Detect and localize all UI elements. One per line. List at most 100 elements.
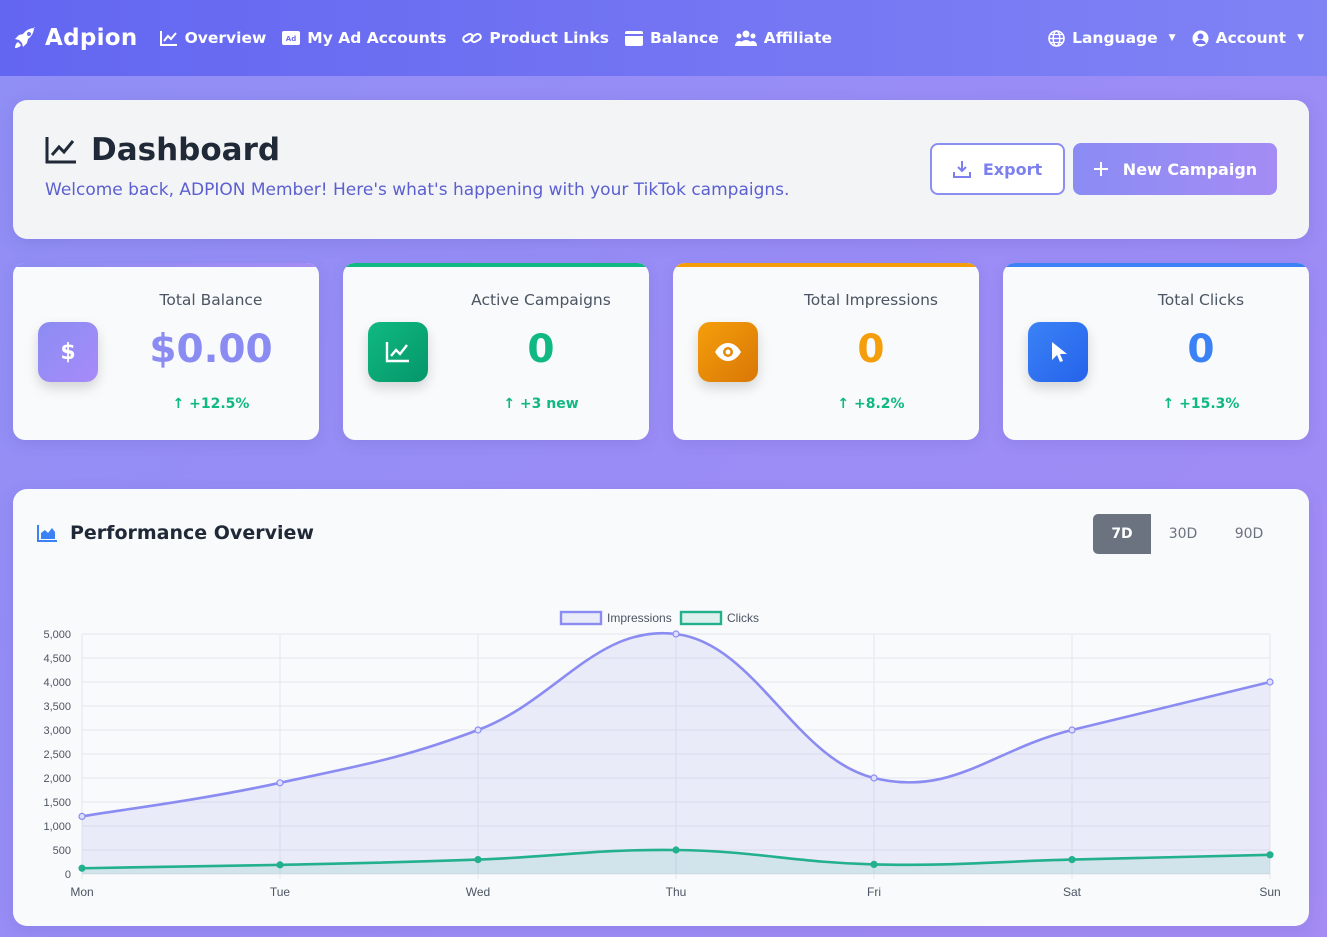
- dollar-icon: $: [38, 322, 98, 382]
- chart-line-icon: [159, 30, 178, 46]
- export-label: Export: [982, 159, 1043, 179]
- performance-card: Performance Overview 7D 30D 90D 0 500 1,00…: [13, 489, 1309, 926]
- y-tick-label: 3,000: [43, 725, 71, 737]
- stat-accent-bar: [1003, 263, 1309, 267]
- stat-label: Active Campaigns: [471, 291, 611, 309]
- stat-value: 0: [527, 327, 555, 372]
- y-tick-label: 2,000: [43, 773, 71, 785]
- x-tick-label: Sun: [1259, 885, 1280, 899]
- nav-overview-label: Overview: [184, 29, 267, 47]
- new-campaign-button[interactable]: New Campaign: [1073, 143, 1277, 195]
- stat-change-value: +8.2%: [854, 396, 905, 412]
- account-label: Account: [1215, 29, 1287, 47]
- x-tick-label: Fri: [867, 885, 881, 899]
- cursor-icon: [1028, 322, 1088, 382]
- data-point-impressions: [78, 812, 86, 820]
- legend-label: Clicks: [727, 611, 759, 625]
- stat-card-total-impressions: Total Impressions 0 ↑ +8.2%: [673, 263, 979, 440]
- legend-swatch: [559, 610, 603, 626]
- wallet-icon: [624, 30, 643, 46]
- nav-balance-label: Balance: [649, 29, 719, 47]
- new-campaign-label: New Campaign: [1122, 159, 1258, 179]
- stat-change: ↑ +15.3%: [1162, 396, 1240, 412]
- top-navbar: Adpion Overview Ad My Ad Accounts Produc…: [0, 0, 1327, 76]
- stat-change-value: +3 new: [519, 396, 579, 412]
- x-tick-label: Thu: [666, 885, 687, 899]
- data-point-clicks: [78, 864, 86, 872]
- data-point-impressions: [474, 726, 482, 734]
- data-point-clicks: [870, 860, 878, 868]
- x-tick-label: Sat: [1063, 885, 1082, 899]
- globe-icon: [1048, 29, 1065, 47]
- data-point-clicks: [474, 856, 482, 864]
- nav-balance[interactable]: Balance: [624, 29, 719, 47]
- users-icon: [734, 30, 757, 46]
- stat-accent-bar: [673, 263, 979, 267]
- data-point-impressions: [870, 774, 878, 782]
- link-icon: [462, 30, 483, 46]
- caret-down-icon: ▼: [1168, 33, 1176, 43]
- download-icon: [952, 160, 971, 178]
- stat-change-value: +15.3%: [1179, 396, 1240, 412]
- stat-value: 0: [1187, 327, 1215, 372]
- y-tick-label: 4,500: [43, 653, 71, 665]
- data-point-impressions: [1068, 726, 1076, 734]
- y-tick-label: 0: [65, 869, 71, 881]
- stat-accent-bar: [13, 263, 319, 267]
- stat-label: Total Balance: [159, 291, 263, 309]
- page-title: Dashboard: [91, 132, 281, 168]
- svg-text:Ad: Ad: [286, 35, 296, 43]
- y-tick-label: 3,500: [43, 701, 71, 713]
- stat-change: ↑ +8.2%: [837, 396, 905, 412]
- stat-label: Total Impressions: [803, 291, 939, 309]
- rocket-icon: [13, 26, 37, 50]
- stat-change-value: +12.5%: [189, 396, 250, 412]
- language-dropdown[interactable]: Language ▼: [1048, 29, 1176, 47]
- eye-icon: [698, 322, 758, 382]
- y-tick-label: 1,500: [43, 797, 71, 809]
- chart-line-icon: [368, 322, 428, 382]
- y-tick-label: 500: [53, 845, 71, 857]
- stat-label: Total Clicks: [1157, 291, 1245, 309]
- nav-product-links[interactable]: Product Links: [462, 29, 609, 47]
- data-point-clicks: [276, 861, 284, 869]
- data-point-clicks: [1266, 851, 1274, 859]
- data-point-impressions: [1266, 678, 1274, 686]
- user-circle-icon: [1192, 30, 1209, 47]
- data-point-impressions: [672, 630, 680, 638]
- data-point-impressions: [276, 779, 284, 787]
- stat-card-total-clicks: Total Clicks 0 ↑ +15.3%: [1003, 263, 1309, 440]
- nav-affiliate-label: Affiliate: [763, 29, 833, 47]
- svg-text:$: $: [60, 340, 75, 364]
- export-button[interactable]: Export: [930, 143, 1065, 195]
- data-point-clicks: [672, 846, 680, 854]
- stat-card-total-balance: Total Balance $ $0.00 ↑ +12.5%: [13, 263, 319, 440]
- data-point-clicks: [1068, 856, 1076, 864]
- stat-accent-bar: [343, 263, 649, 267]
- nav-overview[interactable]: Overview: [159, 29, 267, 47]
- y-tick-label: 1,000: [43, 821, 71, 833]
- welcome-subtitle: Welcome back, ADPION Member! Here's what…: [45, 180, 790, 200]
- stat-change: ↑ +3 new: [503, 396, 579, 412]
- stat-value: $0.00: [149, 327, 273, 372]
- language-label: Language: [1072, 29, 1158, 47]
- ad-icon: Ad: [282, 31, 301, 45]
- stat-value: 0: [857, 327, 885, 372]
- caret-down-icon: ▼: [1297, 33, 1304, 43]
- brand-name: Adpion: [45, 25, 138, 51]
- nav-affiliate[interactable]: Affiliate: [734, 29, 833, 47]
- x-tick-label: Mon: [70, 885, 93, 899]
- y-tick-label: 2,500: [43, 749, 71, 761]
- legend-swatch: [679, 610, 723, 626]
- stat-card-active-campaigns: Active Campaigns 0 ↑ +3 new: [343, 263, 649, 440]
- nav-my-ad-accounts-label: My Ad Accounts: [307, 29, 447, 47]
- legend-label: Impressions: [607, 611, 672, 625]
- brand[interactable]: Adpion: [13, 25, 138, 51]
- stat-change: ↑ +12.5%: [172, 396, 250, 412]
- performance-chart: 0 500 1,000 1,500 2,000 2,500 3,000 3,500 4,000 4…: [43, 610, 1281, 899]
- x-tick-label: Wed: [466, 885, 490, 899]
- nav-my-ad-accounts[interactable]: Ad My Ad Accounts: [282, 29, 446, 47]
- account-dropdown[interactable]: Account ▼: [1192, 29, 1304, 47]
- x-tick-label: Tue: [270, 885, 291, 899]
- y-tick-label: 5,000: [43, 629, 71, 641]
